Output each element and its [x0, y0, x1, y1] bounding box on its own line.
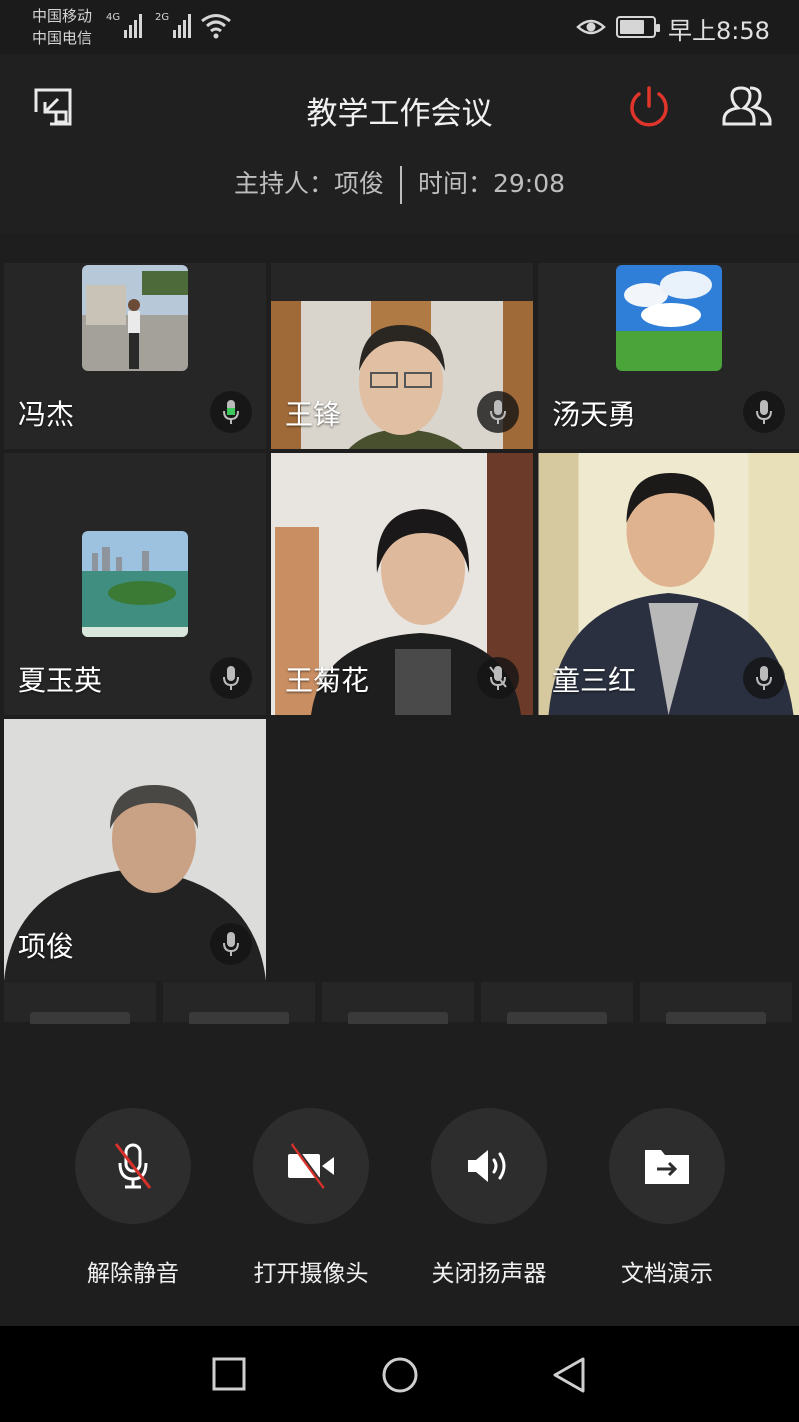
participant-tile[interactable]: 夏玉英 [4, 453, 266, 715]
speaker-button[interactable]: 关闭扬声器 [431, 1108, 547, 1288]
mic-icon [223, 666, 239, 690]
battery-icon [616, 16, 660, 38]
time-label: 时间： [417, 169, 493, 198]
unmute-circle[interactable] [75, 1108, 191, 1224]
host-label: 主持人： [233, 169, 334, 198]
meeting-header: 教学工作会议 主持人：项俊 时间：29:08 [0, 54, 799, 234]
power-icon[interactable] [626, 84, 672, 130]
participant-name: 冯杰 [18, 398, 75, 431]
share-document-button[interactable]: 文档演示 [609, 1108, 725, 1288]
mic-icon [756, 400, 772, 424]
back-icon[interactable] [551, 1356, 587, 1394]
network-type-1: 4G [106, 12, 121, 23]
unmute-label: 解除静音 [87, 1261, 179, 1287]
mic-muted-icon [114, 1143, 152, 1189]
participant-name: 童三红 [552, 664, 637, 697]
speaker-icon [468, 1150, 506, 1182]
carrier-names: 中国移动 中国电信 [32, 5, 92, 49]
avatar [82, 531, 188, 637]
speaker-circle[interactable] [431, 1108, 547, 1224]
eye-comfort-icon [576, 19, 606, 35]
thumbnail-strip[interactable] [0, 982, 799, 1024]
mic-status [743, 657, 785, 699]
thumbnail[interactable] [4, 982, 156, 1024]
thumbnail[interactable] [322, 982, 474, 1024]
mic-icon [223, 932, 239, 956]
avatar [82, 265, 188, 371]
signal-icon: 2G [155, 12, 192, 38]
participants-icon[interactable] [720, 84, 774, 128]
thumbnail[interactable] [640, 982, 792, 1024]
speaker-label: 关闭扬声器 [431, 1261, 547, 1287]
system-nav-bar [0, 1326, 799, 1422]
carrier-1: 中国移动 [32, 7, 93, 25]
mic-status [210, 657, 252, 699]
mic-status [477, 391, 519, 433]
mic-status [210, 391, 252, 433]
host-name: 项俊 [333, 169, 384, 198]
share-document-circle[interactable] [609, 1108, 725, 1224]
mic-active-icon [223, 400, 239, 424]
status-time: 早上8:58 [668, 17, 770, 45]
thumbnail[interactable] [481, 982, 633, 1024]
participant-name: 项俊 [18, 930, 75, 963]
mic-status [743, 391, 785, 433]
participant-tile[interactable]: 王菊花 [271, 453, 533, 715]
participant-tile[interactable]: 王锋 [271, 263, 533, 449]
mic-status [477, 657, 519, 699]
mic-icon [490, 400, 506, 424]
meeting-info: 主持人：项俊 时间：29:08 [0, 164, 799, 204]
mic-icon [756, 666, 772, 690]
camera-circle[interactable] [253, 1108, 369, 1224]
participant-tile[interactable]: 童三红 [538, 453, 799, 715]
mic-muted-icon [489, 666, 507, 690]
avatar [616, 265, 722, 371]
camera-off-icon [288, 1143, 334, 1189]
home-icon[interactable] [381, 1356, 419, 1394]
participant-name: 王菊花 [285, 664, 370, 697]
status-bar: 中国移动 中国电信 4G 2G 早上8:58 [0, 0, 799, 54]
participant-name: 王锋 [285, 398, 342, 431]
participant-name: 汤天勇 [552, 398, 637, 431]
mic-status [210, 923, 252, 965]
unmute-button[interactable]: 解除静音 [75, 1108, 191, 1288]
participant-tile[interactable]: 项俊 [4, 719, 266, 981]
signal-icon: 4G [106, 12, 143, 38]
camera-button[interactable]: 打开摄像头 [253, 1108, 369, 1288]
participant-name: 夏玉英 [18, 664, 103, 697]
share-document-icon [645, 1150, 689, 1184]
wifi-icon [201, 14, 231, 39]
network-type-2: 2G [155, 12, 170, 23]
carrier-2: 中国电信 [32, 29, 93, 47]
participant-tile[interactable]: 冯杰 [4, 263, 266, 449]
recents-icon[interactable] [211, 1356, 247, 1392]
divider [399, 166, 402, 204]
camera-label: 打开摄像头 [253, 1261, 369, 1287]
elapsed-time: 29:08 [493, 169, 566, 198]
share-document-label: 文档演示 [621, 1261, 713, 1287]
thumbnail[interactable] [163, 982, 315, 1024]
meeting-title: 教学工作会议 [306, 96, 493, 132]
participant-tile[interactable]: 汤天勇 [538, 263, 799, 449]
